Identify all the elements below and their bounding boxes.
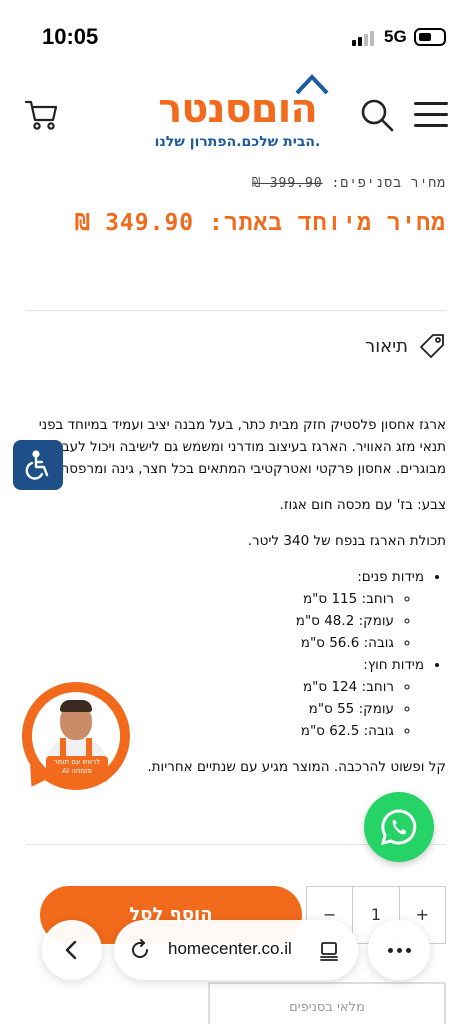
search-icon[interactable]: [358, 96, 396, 134]
whatsapp-button[interactable]: [364, 792, 434, 862]
divider: [26, 310, 446, 311]
description-capacity: תכולת הארגז בנפח של 340 ליטר.: [247, 533, 446, 549]
branch-price: מחיר בסניפים: 399.90 ₪: [252, 176, 446, 191]
browser-address-bar[interactable]: homecenter.co.il: [114, 920, 358, 980]
reader-mode-icon[interactable]: [318, 940, 340, 962]
whatsapp-icon: [380, 809, 417, 846]
chevron-left-icon: [65, 940, 77, 960]
accessibility-button[interactable]: [13, 440, 63, 490]
hamburger-menu-icon[interactable]: [414, 102, 448, 128]
description-heading-label: תיאור: [365, 335, 408, 357]
status-time: 10:05: [42, 24, 99, 49]
status-bar: 10:05 5G: [0, 0, 472, 70]
branch-price-value: 399.90 ₪: [252, 176, 323, 191]
dot-icon: [387, 947, 393, 953]
inner-height: גובה: 56.6 ס"מ: [26, 632, 394, 654]
branch-price-label: מחיר בסניפים:: [331, 176, 446, 191]
signal-icon: [352, 30, 378, 46]
wheelchair-icon: [25, 450, 49, 480]
tag-icon: [420, 334, 444, 358]
reload-icon[interactable]: [128, 938, 152, 962]
dot-icon: [405, 947, 411, 953]
description-color: צבע: בז' עם מכסה חום אגוז.: [279, 497, 446, 513]
network-label: 5G: [384, 27, 407, 46]
description-intro: ארגז אחסון פלסטיק חזק מבית כתר, בעל מבנה…: [28, 417, 446, 477]
ai-badge-label: לראש עם תומר מומחה AI: [46, 756, 108, 782]
site-price: מחיר מיוחד באתר: 349.90 ₪: [75, 210, 446, 237]
logo-tagline: הבית שלכם.הפתרון שלנו.: [154, 134, 321, 150]
ai-assistant-badge[interactable]: לראש עם תומר מומחה AI: [21, 682, 132, 793]
homecenter-logo[interactable]: הוםסנטר הבית שלכם.הפתרון שלנו.: [140, 74, 335, 156]
site-price-value: 349.90 ₪: [75, 210, 195, 236]
site-header: הוםסנטר הבית שלכם.הפתרון שלנו.: [0, 72, 472, 162]
inner-dimensions-label: מידות פנים:: [357, 569, 424, 585]
inner-depth: עומק: 48.2 ס"מ: [26, 610, 394, 632]
site-price-label: מחיר מיוחד באתר:: [209, 210, 446, 236]
inner-width: רוחב: 115 ס"מ: [26, 588, 394, 610]
branch-stock-button[interactable]: מלאי בסניפים: [208, 982, 446, 1024]
browser-url: homecenter.co.il: [168, 939, 292, 958]
logo-text: הוםסנטר: [158, 86, 318, 132]
browser-back-button[interactable]: [42, 920, 102, 980]
battery-icon: [414, 28, 446, 46]
dot-icon: [396, 947, 402, 953]
cart-icon[interactable]: [22, 94, 62, 134]
browser-more-button[interactable]: [368, 920, 430, 980]
description-heading[interactable]: תיאור: [365, 330, 446, 362]
outer-dimensions-label: מידות חוץ:: [363, 657, 424, 673]
list-item: מידות פנים: רוחב: 115 ס"מ עומק: 48.2 ס"מ…: [26, 566, 424, 654]
